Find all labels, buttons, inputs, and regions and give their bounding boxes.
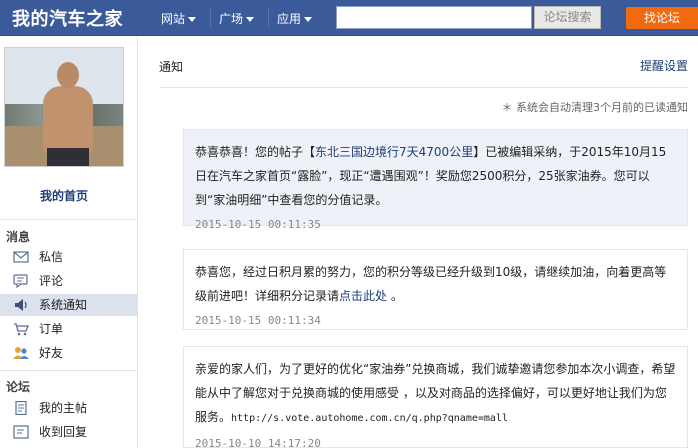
nav-square-label: 广场: [219, 12, 244, 26]
cart-icon: [14, 323, 29, 336]
sidebar-divider: [0, 370, 138, 371]
thread-link[interactable]: 东北三国边境行7天4700公里: [315, 145, 473, 159]
forum-search-button[interactable]: 论坛搜索: [534, 6, 601, 29]
notice-timestamp: 2015-10-15 00:11:34: [195, 314, 321, 327]
notice-timestamp: 2015-10-15 00:11:35: [195, 218, 321, 231]
notice-item: 亲爱的家人们，为了更好的优化“家油券”兑换商城，我们诚挚邀请您参加本次小调查，希…: [183, 346, 688, 448]
avatar-person-head: [57, 62, 79, 88]
sidebar-divider: [0, 219, 138, 220]
title-divider: [159, 87, 688, 88]
chevron-down-icon: [246, 17, 255, 22]
sidebar-item-comments[interactable]: 评论: [0, 270, 138, 292]
friends-icon: [13, 347, 29, 359]
nav-apps[interactable]: 应用: [277, 10, 313, 27]
notices-panel: 通知 提醒设置 ＊ 系统会自动清理3个月前的已读通知 恭喜恭喜！您的帖子【东北三…: [139, 37, 698, 448]
reminder-settings-link[interactable]: 提醒设置: [640, 57, 688, 74]
sidebar-item-label: 好友: [39, 346, 64, 360]
nav-website[interactable]: 网站: [161, 10, 197, 27]
envelope-icon: [13, 251, 29, 263]
site-logo[interactable]: 我的汽车之家: [12, 5, 123, 31]
sidebar-item-label: 评论: [39, 274, 64, 288]
sidebar-item-label: 订单: [39, 322, 64, 336]
search-input[interactable]: [336, 6, 532, 29]
chevron-down-icon: [304, 17, 313, 22]
notice-text-part: 恭喜恭喜！您的帖子【: [195, 145, 316, 159]
avatar-person-shorts: [47, 148, 89, 166]
nav-square[interactable]: 广场: [219, 10, 255, 27]
sidebar-item-private-messages[interactable]: 私信: [0, 246, 138, 268]
document-icon: [15, 401, 27, 415]
forum-section-title: 论坛: [6, 380, 31, 394]
comment-icon: [13, 274, 28, 288]
notice-text: 恭喜恭喜！您的帖子【东北三国边境行7天4700公里】已被编辑采纳，于2015年1…: [195, 140, 676, 212]
sidebar-item-orders[interactable]: 订单: [0, 318, 138, 340]
chevron-down-icon: [188, 17, 197, 22]
top-navigation-bar: 我的汽车之家 网站 广场 应用 论坛搜索 找论坛: [0, 0, 698, 36]
reply-icon: [13, 425, 29, 439]
notice-text-part: 。: [387, 289, 403, 303]
sidebar-item-label: 系统通知: [39, 298, 88, 312]
notice-item: 恭喜您，经过日积月累的努力，您的积分等级已经升级到10级，请继续加油，向着更高等…: [183, 249, 688, 330]
find-forum-button[interactable]: 找论坛: [626, 7, 698, 29]
sidebar-item-label: 收到回复: [39, 425, 88, 439]
nav-divider: [268, 8, 269, 28]
notice-text: 恭喜您，经过日积月累的努力，您的积分等级已经升级到10级，请继续加油，向着更高等…: [195, 260, 676, 308]
page-title: 通知: [159, 60, 184, 74]
auto-clear-note: ＊ 系统会自动清理3个月前的已读通知: [501, 101, 689, 114]
nav-website-label: 网站: [161, 12, 186, 26]
left-sidebar: 我的首页 消息 私信 评论 系统通知 订单 好友 论坛 我的主帖 收到回复: [0, 37, 138, 448]
speaker-icon: [15, 299, 27, 311]
sidebar-item-system-notices[interactable]: 系统通知: [0, 294, 138, 316]
nav-apps-label: 应用: [277, 12, 302, 26]
click-here-link[interactable]: 点击此处: [339, 289, 387, 303]
notice-timestamp: 2015-10-10 14:17:20: [195, 437, 321, 448]
sidebar-item-friends[interactable]: 好友: [0, 342, 138, 364]
sidebar-item-received-replies[interactable]: 收到回复: [0, 421, 138, 443]
notice-text-part: 恭喜您，经过日积月累的努力，您的积分等级已经升级到10级，请继续加油，向着更高等…: [195, 265, 667, 303]
notice-item: 恭喜恭喜！您的帖子【东北三国边境行7天4700公里】已被编辑采纳，于2015年1…: [183, 129, 688, 231]
sidebar-item-label: 我的主帖: [39, 401, 88, 415]
messages-section-title: 消息: [6, 230, 31, 244]
my-homepage-link[interactable]: 我的首页: [0, 187, 128, 204]
survey-link[interactable]: http://s.vote.autohome.com.cn/q.php?qnam…: [231, 413, 508, 424]
nav-divider: [210, 8, 211, 28]
sidebar-item-my-threads[interactable]: 我的主帖: [0, 397, 138, 419]
notice-text: 亲爱的家人们，为了更好的优化“家油券”兑换商城，我们诚挚邀请您参加本次小调查，希…: [195, 357, 676, 431]
avatar-person: [43, 86, 93, 152]
avatar[interactable]: [4, 47, 124, 167]
sidebar-item-label: 私信: [39, 250, 64, 264]
